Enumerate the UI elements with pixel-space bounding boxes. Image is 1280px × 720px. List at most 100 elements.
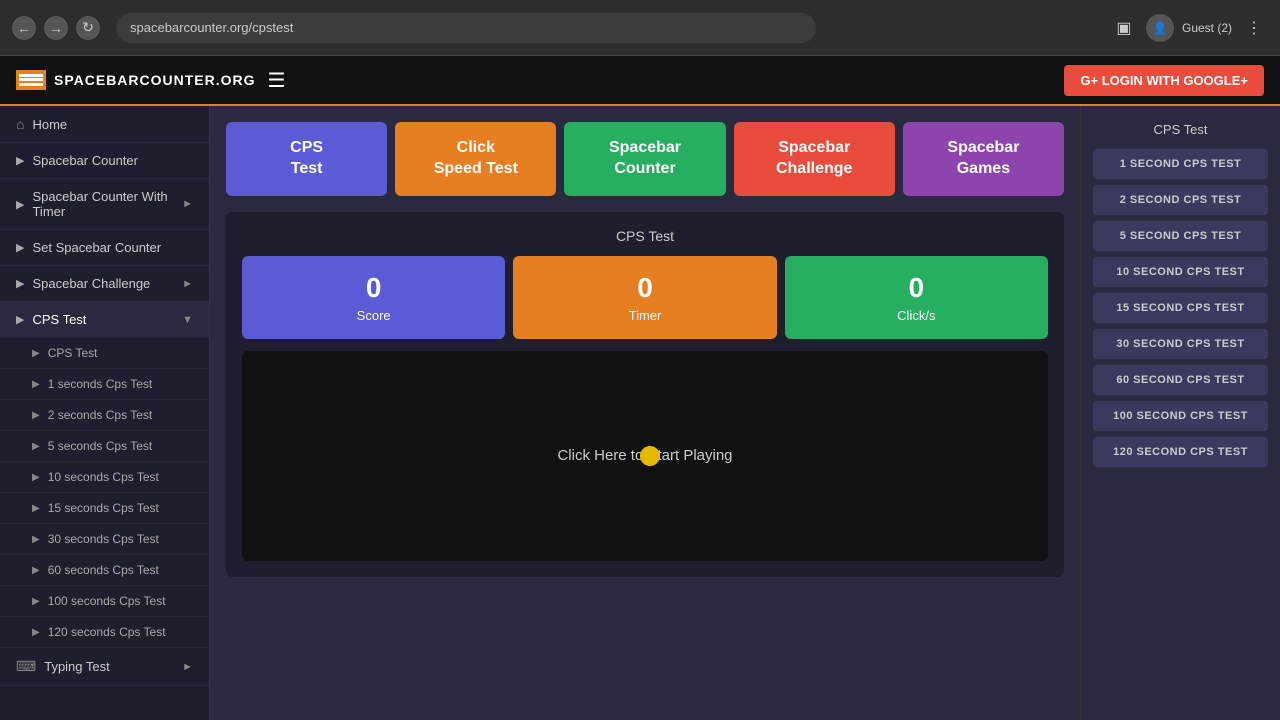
clicks-card: 0 Click/s [785,256,1048,339]
cursor-icon-sub5: ▶ [32,472,40,483]
keyboard-icon: ⌨ [16,658,36,675]
site-logo: SPACEBARCOUNTER.ORG [16,70,256,90]
address-bar[interactable]: spacebarcounter.org/cpstest [116,13,816,43]
extensions-button[interactable]: ▣ [1110,14,1138,42]
sidebar-item-spacebar-counter-label: Spacebar Counter [32,153,138,168]
logo-icon [16,70,46,90]
nav-cards: CPSTest ClickSpeed Test SpacebarCounter … [226,122,1064,196]
guest-label: Guest (2) [1182,21,1232,35]
sidebar-item-cps-test[interactable]: ▶ CPS Test ▼ [0,302,209,338]
sidebar-item-spacebar-counter-timer[interactable]: ▶ Spacebar Counter With Timer ► [0,179,209,230]
user-avatar: 👤 [1146,14,1174,42]
sidebar: ⌂ Home ▶ Spacebar Counter ▶ Spacebar Cou… [0,106,210,720]
chevron-icon-4: ► [182,661,193,673]
right-sidebar-title: CPS Test [1093,122,1268,137]
nav-card-spacebar-label: SpacebarCounter [609,139,681,177]
cps-link-60s[interactable]: 60 SECOND CPS TEST [1093,365,1268,395]
sidebar-sub-30s[interactable]: ▶ 30 seconds Cps Test [0,524,209,555]
cursor-icon: ▶ [16,154,24,167]
clicks-value: 0 [801,272,1032,304]
cursor-icon-5: ▶ [16,313,24,326]
cps-link-10s[interactable]: 10 SECOND CPS TEST [1093,257,1268,287]
nav-card-challenge-label: SpacebarChallenge [776,139,852,177]
cursor-icon-sub6: ▶ [32,503,40,514]
sidebar-sub-100s-label: 100 seconds Cps Test [48,594,166,608]
cps-link-100s[interactable]: 100 SECOND CPS TEST [1093,401,1268,431]
cursor-icon-sub4: ▶ [32,441,40,452]
sidebar-sub-120s-label: 120 seconds Cps Test [48,625,166,639]
cursor-icon-sub9: ▶ [32,596,40,607]
cps-link-5s[interactable]: 5 SECOND CPS TEST [1093,221,1268,251]
score-card: 0 Score [242,256,505,339]
cursor-icon-sub7: ▶ [32,534,40,545]
nav-card-spacebar-counter[interactable]: SpacebarCounter [564,122,725,196]
sidebar-sub-10s-label: 10 seconds Cps Test [48,470,159,484]
cursor-icon-sub8: ▶ [32,565,40,576]
timer-label: Timer [529,308,760,323]
cursor-icon-sub2: ▶ [32,379,40,390]
sidebar-item-typing-test[interactable]: ⌨ Typing Test ► [0,648,209,686]
user-icon: 👤 [1153,21,1168,35]
sidebar-sub-5s-label: 5 seconds Cps Test [48,439,153,453]
timer-value: 0 [529,272,760,304]
nav-card-click-speed-label: ClickSpeed Test [434,139,518,177]
cps-link-1s[interactable]: 1 SECOND CPS TEST [1093,149,1268,179]
clicks-label: Click/s [801,308,1032,323]
cps-link-120s[interactable]: 120 SECOND CPS TEST [1093,437,1268,467]
sidebar-item-challenge-label: Spacebar Challenge [32,276,150,291]
cursor-icon-3: ▶ [16,241,24,254]
nav-card-click-speed[interactable]: ClickSpeed Test [395,122,556,196]
refresh-button[interactable]: ↻ [76,16,100,40]
cursor-icon-2: ▶ [16,198,24,211]
cursor-icon-sub3: ▶ [32,410,40,421]
main-layout: ⌂ Home ▶ Spacebar Counter ▶ Spacebar Cou… [0,106,1280,720]
nav-card-cps-test[interactable]: CPSTest [226,122,387,196]
login-button[interactable]: G+ LOGIN WITH GOOGLE+ [1064,65,1264,96]
sidebar-sub-120s[interactable]: ▶ 120 seconds Cps Test [0,617,209,648]
score-label: Score [258,308,489,323]
stats-row: 0 Score 0 Timer 0 Click/s [242,256,1048,339]
sidebar-item-spacebar-counter[interactable]: ▶ Spacebar Counter [0,143,209,179]
browser-chrome: ← → ↻ spacebarcounter.org/cpstest ▣ 👤 Gu… [0,0,1280,56]
chevron-icon: ► [182,198,193,210]
sidebar-item-cps-label: CPS Test [32,312,86,327]
sidebar-sub-cps-test[interactable]: ▶ CPS Test [0,338,209,369]
sidebar-item-set-spacebar[interactable]: ▶ Set Spacebar Counter [0,230,209,266]
sidebar-item-home[interactable]: ⌂ Home [0,106,209,143]
sidebar-sub-10s[interactable]: ▶ 10 seconds Cps Test [0,462,209,493]
sidebar-sub-5s[interactable]: ▶ 5 seconds Cps Test [0,431,209,462]
chevron-icon-3: ▼ [182,314,193,326]
sidebar-item-set-spacebar-label: Set Spacebar Counter [32,240,161,255]
cursor-icon-4: ▶ [16,277,24,290]
menu-dots-button[interactable]: ⋮ [1240,14,1268,42]
sidebar-sub-2s[interactable]: ▶ 2 seconds Cps Test [0,400,209,431]
nav-card-cps-label: CPSTest [290,139,323,177]
right-sidebar: CPS Test 1 SECOND CPS TEST 2 SECOND CPS … [1080,106,1280,720]
sidebar-sub-100s[interactable]: ▶ 100 seconds Cps Test [0,586,209,617]
click-area[interactable]: Click Here to Start Playing [242,351,1048,561]
cps-link-2s[interactable]: 2 SECOND CPS TEST [1093,185,1268,215]
cursor-dot [640,446,660,466]
chevron-icon-2: ► [182,278,193,290]
main-content: CPSTest ClickSpeed Test SpacebarCounter … [210,106,1080,720]
sidebar-item-spacebar-timer-label: Spacebar Counter With Timer [32,189,174,219]
sidebar-sub-15s[interactable]: ▶ 15 seconds Cps Test [0,493,209,524]
nav-card-spacebar-challenge[interactable]: SpacebarChallenge [734,122,895,196]
sidebar-sub-1s[interactable]: ▶ 1 seconds Cps Test [0,369,209,400]
site-title: SPACEBARCOUNTER.ORG [54,72,256,88]
sidebar-sub-60s[interactable]: ▶ 60 seconds Cps Test [0,555,209,586]
sidebar-sub-1s-label: 1 seconds Cps Test [48,377,153,391]
sidebar-sub-cps-label: CPS Test [48,346,98,360]
cps-link-15s[interactable]: 15 SECOND CPS TEST [1093,293,1268,323]
sidebar-item-spacebar-challenge[interactable]: ▶ Spacebar Challenge ► [0,266,209,302]
sidebar-typing-label: Typing Test [44,659,110,674]
sidebar-item-home-label: Home [32,117,67,132]
home-icon: ⌂ [16,116,24,132]
back-button[interactable]: ← [12,16,36,40]
nav-card-spacebar-games[interactable]: SpacebarGames [903,122,1064,196]
hamburger-button[interactable]: ☰ [268,68,286,93]
sidebar-sub-15s-label: 15 seconds Cps Test [48,501,159,515]
cps-link-30s[interactable]: 30 SECOND CPS TEST [1093,329,1268,359]
forward-button[interactable]: → [44,16,68,40]
score-value: 0 [258,272,489,304]
